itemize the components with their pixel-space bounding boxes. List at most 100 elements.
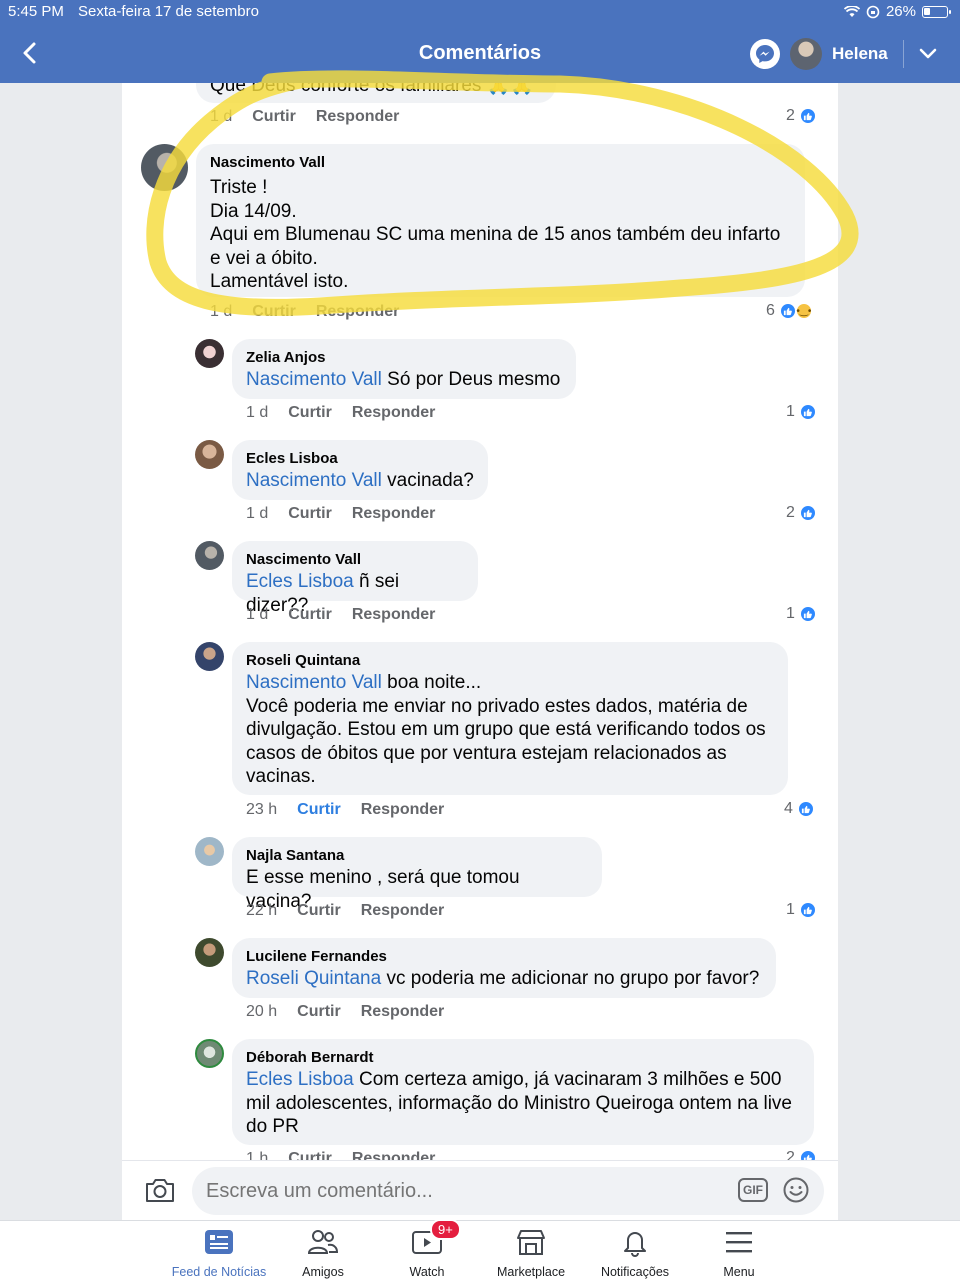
comment-actions: 22 h Curtir Responder xyxy=(246,902,444,920)
reply-button[interactable]: Responder xyxy=(361,801,445,819)
avatar[interactable] xyxy=(141,144,188,191)
comment-bubble: Nascimento Vall Triste ! Dia 14/09. Aqui… xyxy=(196,144,805,297)
comment-text: vacinada? xyxy=(387,470,474,491)
comment-actions: 1 d Curtir Responder xyxy=(246,404,435,422)
menu-icon xyxy=(722,1227,756,1257)
mention-link[interactable]: Nascimento Vall xyxy=(246,470,382,491)
reaction-number: 2 xyxy=(786,107,795,124)
comment-bubble: Que Deus conforte os familiares 🙏🙏 xyxy=(196,83,556,103)
tab-label: Feed de Notícias xyxy=(171,1265,267,1279)
tab-label: Watch xyxy=(409,1265,445,1279)
tab-label: Notificações xyxy=(600,1265,670,1279)
watch-badge: 9+ xyxy=(430,1219,461,1240)
reply-button[interactable]: Responder xyxy=(361,1003,445,1021)
reaction-number: 6 xyxy=(766,302,775,319)
reply-button[interactable]: Responder xyxy=(352,606,436,624)
like-reaction-icon xyxy=(798,107,817,125)
comment-actions: 23 h Curtir Responder xyxy=(246,801,444,819)
emoji-icon[interactable] xyxy=(782,1176,810,1204)
friends-icon xyxy=(306,1227,340,1257)
mention-link[interactable]: Ecles Lisboa xyxy=(246,571,354,592)
messenger-button[interactable] xyxy=(750,39,780,69)
profile-avatar[interactable] xyxy=(790,38,822,70)
like-button[interactable]: Curtir xyxy=(252,303,296,321)
like-button[interactable]: Curtir xyxy=(297,902,341,920)
comment-author[interactable]: Roseli Quintana xyxy=(246,651,774,671)
tab-notifications[interactable]: Notificações xyxy=(580,1227,690,1279)
like-button[interactable]: Curtir xyxy=(252,108,296,126)
reaction-number: 1 xyxy=(786,901,795,918)
header-divider xyxy=(903,40,904,68)
comment-input[interactable] xyxy=(192,1167,824,1215)
comment-author[interactable]: Nascimento Vall xyxy=(246,550,464,570)
comment-text: vc poderia me adicionar no grupo por fav… xyxy=(386,968,760,989)
avatar[interactable] xyxy=(195,1039,224,1068)
avatar[interactable] xyxy=(195,938,224,967)
chevron-down-icon[interactable] xyxy=(914,40,942,68)
mention-link[interactable]: Nascimento Vall xyxy=(246,369,382,390)
comment-bubble: Zelia Anjos Nascimento Vall Só por Deus … xyxy=(232,339,576,399)
reaction-count[interactable]: 1 xyxy=(786,901,817,919)
avatar[interactable] xyxy=(195,440,224,469)
comment-actions: 1 d Curtir Responder xyxy=(246,606,435,624)
tab-news-feed[interactable]: Feed de Notícias xyxy=(164,1227,274,1279)
rotation-lock-icon xyxy=(866,5,880,18)
watch-icon: 9+ xyxy=(410,1219,461,1257)
comment-age: 1 d xyxy=(210,303,233,320)
reply-button[interactable]: Responder xyxy=(352,505,436,523)
comment-author[interactable]: Najla Santana xyxy=(246,846,588,866)
reply-button[interactable]: Responder xyxy=(316,108,400,126)
reaction-number: 1 xyxy=(786,403,795,420)
reaction-count[interactable]: 2 xyxy=(786,107,817,125)
like-button[interactable]: Curtir xyxy=(288,404,332,422)
reaction-number: 2 xyxy=(786,504,795,521)
reaction-count[interactable]: 2 xyxy=(786,504,817,522)
reaction-count[interactable]: 6 •‿• xyxy=(766,302,813,320)
like-button[interactable]: Curtir xyxy=(288,505,332,523)
like-button[interactable]: Curtir xyxy=(288,606,332,624)
comment-text-line: Nascimento Vall vacinada? xyxy=(246,469,474,493)
comment-age: 1 d xyxy=(246,606,269,623)
tab-menu[interactable]: Menu xyxy=(684,1227,794,1279)
like-reaction-icon xyxy=(798,605,817,623)
comment-author[interactable]: Lucilene Fernandes xyxy=(246,947,762,967)
avatar[interactable] xyxy=(195,837,224,866)
wifi-icon xyxy=(843,5,860,17)
sad-reaction-icon: •‿• xyxy=(794,302,813,320)
comment-author[interactable]: Ecles Lisboa xyxy=(246,449,474,469)
gif-button[interactable]: GIF xyxy=(738,1178,768,1202)
tab-marketplace[interactable]: Marketplace xyxy=(476,1227,586,1279)
comment-author[interactable]: Déborah Bernardt xyxy=(246,1048,800,1068)
like-button[interactable]: Curtir xyxy=(297,801,341,819)
comment-age: 22 h xyxy=(246,902,278,919)
avatar[interactable] xyxy=(195,642,224,671)
tab-label: Amigos xyxy=(302,1265,344,1279)
reaction-count[interactable]: 4 xyxy=(784,800,815,818)
comment-bubble: Najla Santana E esse menino , será que t… xyxy=(232,837,602,912)
avatar[interactable] xyxy=(195,339,224,368)
reaction-count[interactable]: 1 xyxy=(786,403,817,421)
tab-watch[interactable]: 9+ Watch xyxy=(372,1219,482,1279)
marketplace-icon xyxy=(514,1227,548,1257)
camera-icon[interactable] xyxy=(144,1175,176,1205)
like-button[interactable]: Curtir xyxy=(297,1003,341,1021)
reply-button[interactable]: Responder xyxy=(361,902,445,920)
mention-link[interactable]: Roseli Quintana xyxy=(246,968,381,989)
reply-button[interactable]: Responder xyxy=(352,404,436,422)
comment-composer: GIF xyxy=(122,1160,838,1220)
reply-button[interactable]: Responder xyxy=(316,303,400,321)
reaction-count[interactable]: 1 xyxy=(786,605,817,623)
comment-age: 23 h xyxy=(246,801,278,818)
comment-age: 1 d xyxy=(246,505,269,522)
mention-link[interactable]: Ecles Lisboa xyxy=(246,1069,354,1090)
comment-actions: 1 d Curtir Responder xyxy=(210,303,399,321)
avatar[interactable] xyxy=(195,541,224,570)
comment-author[interactable]: Zelia Anjos xyxy=(246,348,562,368)
battery-icon xyxy=(922,5,951,18)
comment-author[interactable]: Nascimento Vall xyxy=(210,153,791,173)
mention-link[interactable]: Nascimento Vall xyxy=(246,672,382,693)
reaction-number: 1 xyxy=(786,605,795,622)
comment-bubble: Roseli Quintana Nascimento Vall boa noit… xyxy=(232,642,788,795)
profile-name[interactable]: Helena xyxy=(832,44,888,64)
tab-friends[interactable]: Amigos xyxy=(268,1227,378,1279)
